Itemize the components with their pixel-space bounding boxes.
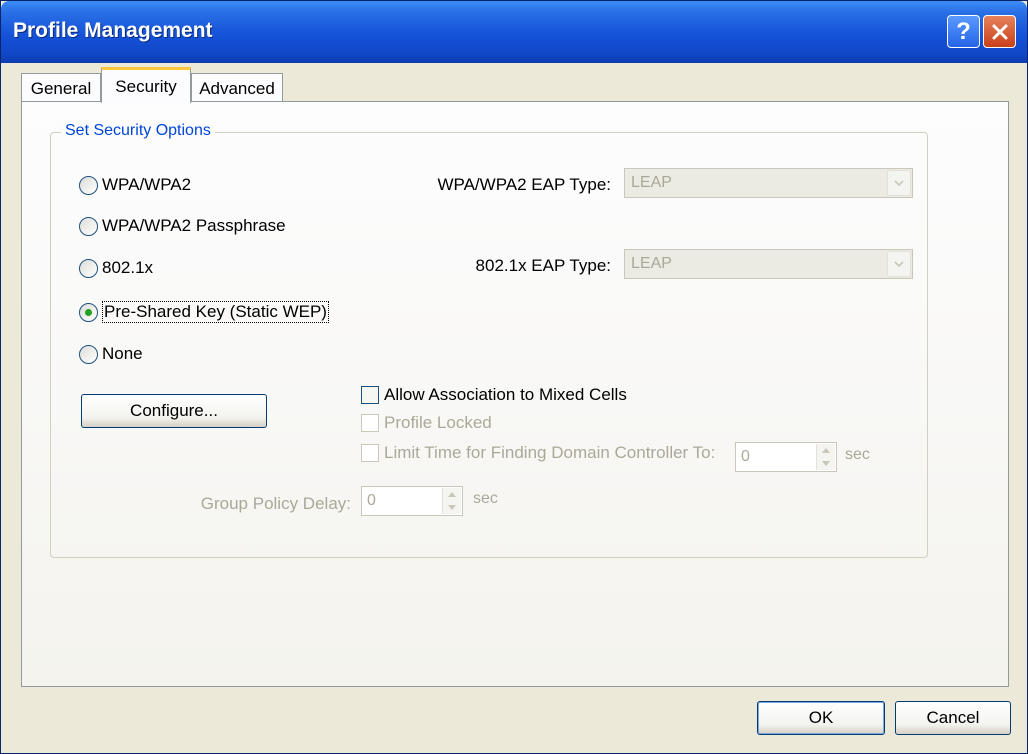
close-icon (992, 24, 1007, 39)
radio-wpa-passphrase[interactable] (79, 216, 98, 236)
radio-wpa-passphrase-label: WPA/WPA2 Passphrase (102, 216, 286, 235)
wpa-eap-type-label: WPA/WPA2 EAP Type: (437, 175, 611, 194)
group-policy-delay-unit: sec (473, 490, 498, 507)
title-bar[interactable]: Profile Management ? (1, 1, 1027, 63)
allow-mixed-cells-label: Allow Association to Mixed Cells (384, 385, 627, 404)
profile-locked-checkbox (361, 414, 379, 432)
spinner-arrows-icon (816, 444, 835, 470)
radio-psk-label: Pre-Shared Key (Static WEP) (102, 301, 329, 323)
wpa-eap-type-value: LEAP (631, 174, 672, 191)
chevron-down-icon (887, 170, 911, 196)
radio-wpa[interactable] (79, 175, 98, 195)
allow-mixed-cells-option[interactable]: Allow Association to Mixed Cells (361, 385, 627, 405)
limit-time-option: Limit Time for Finding Domain Controller… (361, 443, 715, 463)
spinner-arrows-icon (442, 488, 461, 514)
radio-option-wpa-passphrase[interactable]: WPA/WPA2 Passphrase (79, 216, 286, 236)
limit-time-label: Limit Time for Finding Domain Controller… (384, 443, 716, 462)
tab-general[interactable]: General (21, 73, 101, 103)
tab-security[interactable]: Security (101, 67, 191, 103)
help-button[interactable]: ? (947, 15, 980, 48)
group-policy-delay-label: Group Policy Delay: (200, 494, 351, 513)
security-options-group: Set Security Options WPA/WPA2 WPA/WPA2 P… (50, 122, 928, 558)
dot1x-eap-type-label: 802.1x EAP Type: (475, 256, 611, 275)
help-icon: ? (956, 17, 971, 45)
radio-8021x-label: 802.1x (102, 258, 154, 277)
radio-none-label: None (102, 344, 143, 363)
profile-locked-label: Profile Locked (384, 413, 492, 432)
radio-option-wpa[interactable]: WPA/WPA2 (79, 175, 191, 195)
allow-mixed-cells-checkbox[interactable] (361, 386, 379, 404)
radio-8021x[interactable] (79, 258, 98, 278)
radio-psk[interactable] (79, 302, 98, 322)
radio-wpa-label: WPA/WPA2 (102, 175, 192, 194)
ok-button[interactable]: OK (757, 701, 885, 735)
configure-button[interactable]: Configure... (81, 394, 267, 428)
wpa-eap-type-select[interactable]: LEAP (624, 168, 913, 198)
chevron-down-icon (887, 251, 911, 277)
radio-none[interactable] (79, 344, 98, 364)
tab-advanced[interactable]: Advanced (191, 73, 283, 103)
close-button[interactable] (983, 15, 1016, 48)
group-legend: Set Security Options (61, 122, 215, 140)
limit-time-checkbox (361, 444, 379, 462)
dot1x-eap-type-select[interactable]: LEAP (624, 249, 913, 279)
radio-option-none[interactable]: None (79, 344, 143, 364)
cancel-button[interactable]: Cancel (895, 701, 1011, 735)
radio-option-psk[interactable]: Pre-Shared Key (Static WEP) (79, 301, 329, 323)
limit-time-unit: sec (845, 446, 870, 463)
dot1x-eap-type-value: LEAP (631, 255, 672, 272)
profile-locked-option: Profile Locked (361, 413, 492, 433)
security-tab-panel: Set Security Options WPA/WPA2 WPA/WPA2 P… (21, 101, 1009, 687)
window-title: Profile Management (13, 19, 213, 42)
limit-time-spinner: 0 (735, 442, 837, 472)
limit-time-value: 0 (741, 448, 750, 465)
profile-management-dialog: Profile Management ? General Security Ad… (0, 0, 1028, 754)
group-policy-delay-spinner: 0 (361, 486, 463, 516)
radio-option-8021x[interactable]: 802.1x (79, 258, 153, 278)
group-policy-delay-value: 0 (367, 492, 376, 509)
